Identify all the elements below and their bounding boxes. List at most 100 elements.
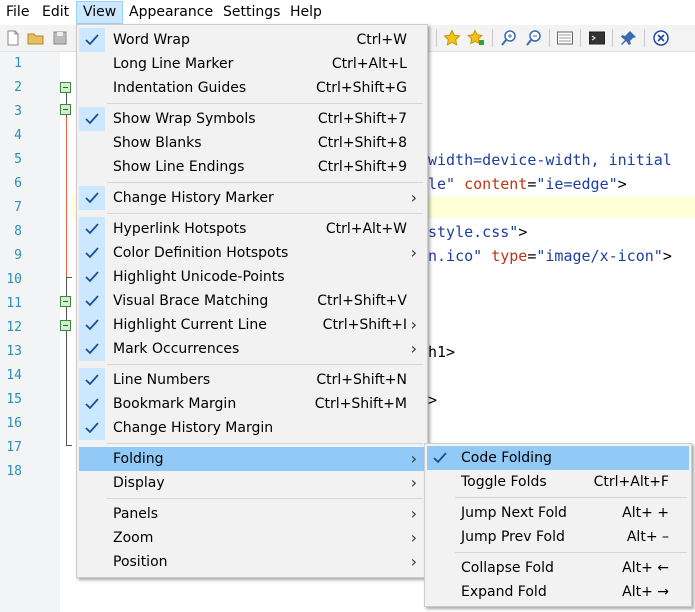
menu-item-shortcut: Ctrl+Alt+W (325, 221, 407, 237)
code-token: width=device-width, initial (428, 151, 672, 169)
menu-item-shortcut: Ctrl+Alt+F (593, 474, 669, 490)
menu-file[interactable]: File (0, 2, 35, 23)
submenu-arrow-icon: › (410, 504, 417, 523)
menu-item-position[interactable]: Position › (79, 550, 425, 574)
line-number: 15 (6, 392, 22, 407)
checkmark-icon (79, 186, 105, 210)
line-number: 5 (14, 152, 22, 167)
console-icon[interactable] (588, 29, 606, 47)
menu-item-highlight-unicode-points[interactable]: Highlight Unicode-Points (79, 265, 425, 289)
menu-item-label: Code Folding (461, 450, 552, 466)
menu-item-jump-prev-fold[interactable]: Jump Prev Fold Alt+ – (427, 525, 689, 549)
code-token: "image/x-icon" (536, 247, 663, 265)
code-token: > (662, 247, 672, 265)
code-token: type (491, 247, 528, 265)
menu-item-label: Panels (113, 506, 159, 522)
save-icon[interactable] (51, 29, 69, 47)
menu-item-word-wrap[interactable]: Word Wrap Ctrl+W (79, 28, 425, 52)
new-file-icon[interactable] (4, 29, 22, 47)
line-number: 8 (14, 224, 22, 239)
menu-separator (107, 213, 423, 214)
menu-item-long-line-marker[interactable]: Long Line Marker Ctrl+Alt+L (79, 52, 425, 76)
code-line-13: h1> (428, 342, 455, 362)
fold-toggle-icon[interactable] (60, 296, 71, 307)
line-number: 7 (14, 200, 22, 215)
line-number: 16 (6, 416, 22, 431)
toolbar-separator (644, 29, 645, 47)
menu-settings[interactable]: Settings (217, 2, 286, 23)
toolbar-separator (580, 29, 581, 47)
submenu-arrow-icon: › (410, 315, 417, 334)
menu-item-show-line-endings[interactable]: Show Line Endings Ctrl+Shift+9 (79, 155, 425, 179)
code-line-8: style.css"> (428, 222, 527, 242)
menu-item-color-definition-hotspots[interactable]: Color Definition Hotspots › (79, 241, 425, 265)
menu-item-collapse-fold[interactable]: Collapse Fold Alt+ ← (427, 556, 689, 580)
menu-edit[interactable]: Edit (36, 2, 75, 23)
menu-item-mark-occurrences[interactable]: Mark Occurrences › (79, 337, 425, 361)
menu-separator (455, 552, 687, 553)
menu-item-expand-fold[interactable]: Expand Fold Alt+ → (427, 580, 689, 604)
menu-appearance[interactable]: Appearance (123, 2, 219, 23)
menu-item-label: Show Wrap Symbols (113, 111, 256, 127)
menu-separator (107, 498, 423, 499)
menu-item-bookmark-margin[interactable]: Bookmark Margin Ctrl+Shift+M (79, 392, 425, 416)
fold-line-changed (66, 117, 67, 277)
menu-bar: File Edit View Appearance Settings Help (0, 0, 695, 25)
menu-item-panels[interactable]: Panels › (79, 502, 425, 526)
menu-item-visual-brace-matching[interactable]: Visual Brace Matching Ctrl+Shift+V (79, 289, 425, 313)
menu-item-display[interactable]: Display › (79, 471, 425, 495)
menu-item-zoom[interactable]: Zoom › (79, 526, 425, 550)
checkmark-icon (79, 241, 105, 265)
menu-item-shortcut: Ctrl+Shift+9 (317, 159, 407, 175)
menu-separator (455, 497, 687, 498)
code-line-6: le" content="ie=edge"> (428, 174, 627, 194)
zoom-in-icon[interactable] (500, 29, 518, 47)
submenu-arrow-icon: › (410, 339, 417, 358)
menu-item-label: Change History Margin (113, 420, 274, 436)
menu-view[interactable]: View (76, 1, 124, 24)
menu-item-shortcut: Alt+ – (626, 529, 669, 545)
menu-help[interactable]: Help (284, 2, 328, 23)
line-number: 11 (6, 296, 22, 311)
fold-toggle-icon[interactable] (60, 320, 71, 331)
checkmark-icon (79, 337, 105, 361)
view-menu: Word Wrap Ctrl+W Long Line Marker Ctrl+Alt+… (76, 24, 428, 578)
menu-item-line-numbers[interactable]: Line Numbers Ctrl+Shift+N (79, 368, 425, 392)
menu-separator (107, 103, 423, 104)
star-add-icon[interactable] (467, 29, 485, 47)
menu-item-shortcut: Alt+ ← (622, 560, 669, 576)
menu-item-label: Show Blanks (113, 135, 202, 151)
line-number: 12 (6, 320, 22, 335)
fold-toggle-icon[interactable] (60, 82, 71, 93)
line-number: 14 (6, 368, 22, 383)
menu-separator (107, 182, 423, 183)
close-circle-icon[interactable] (652, 29, 670, 47)
menu-item-hyperlink-hotspots[interactable]: Hyperlink Hotspots Ctrl+Alt+W (79, 217, 425, 241)
checkmark-icon (79, 265, 105, 289)
menu-item-jump-next-fold[interactable]: Jump Next Fold Alt+ + (427, 501, 689, 525)
open-folder-icon[interactable] (27, 29, 45, 47)
star-icon[interactable] (443, 29, 461, 47)
menu-item-shortcut: Ctrl+Shift+7 (317, 111, 407, 127)
menu-item-label: Word Wrap (113, 32, 190, 48)
code-token: h1> (428, 343, 456, 361)
code-line-5: width=device-width, initial (428, 150, 672, 170)
menu-item-code-folding[interactable]: Code Folding (427, 446, 689, 470)
menu-item-toggle-folds[interactable]: Toggle Folds Ctrl+Alt+F (427, 470, 689, 494)
menu-item-shortcut: Alt+ + (622, 505, 669, 521)
menu-item-change-history-margin[interactable]: Change History Margin (79, 416, 425, 440)
menu-item-label: Position (113, 554, 168, 570)
window-icon[interactable] (556, 29, 574, 47)
menu-item-label: Color Definition Hotspots (113, 245, 289, 261)
menu-item-indentation-guides[interactable]: Indentation Guides Ctrl+Shift+G (79, 76, 425, 100)
pin-icon[interactable] (620, 29, 638, 47)
menu-item-change-history-marker[interactable]: Change History Marker › (79, 186, 425, 210)
menu-item-folding[interactable]: Folding › (79, 447, 425, 471)
menu-item-shortcut: Ctrl+Shift+M (314, 396, 407, 412)
menu-item-show-wrap-symbols[interactable]: Show Wrap Symbols Ctrl+Shift+7 (79, 107, 425, 131)
fold-toggle-icon[interactable] (60, 104, 71, 115)
menu-item-show-blanks[interactable]: Show Blanks Ctrl+Shift+8 (79, 131, 425, 155)
menu-item-highlight-current-line[interactable]: Highlight Current Line Ctrl+Shift+I › (79, 313, 425, 337)
zoom-out-icon[interactable] (525, 29, 543, 47)
menu-separator (107, 364, 423, 365)
